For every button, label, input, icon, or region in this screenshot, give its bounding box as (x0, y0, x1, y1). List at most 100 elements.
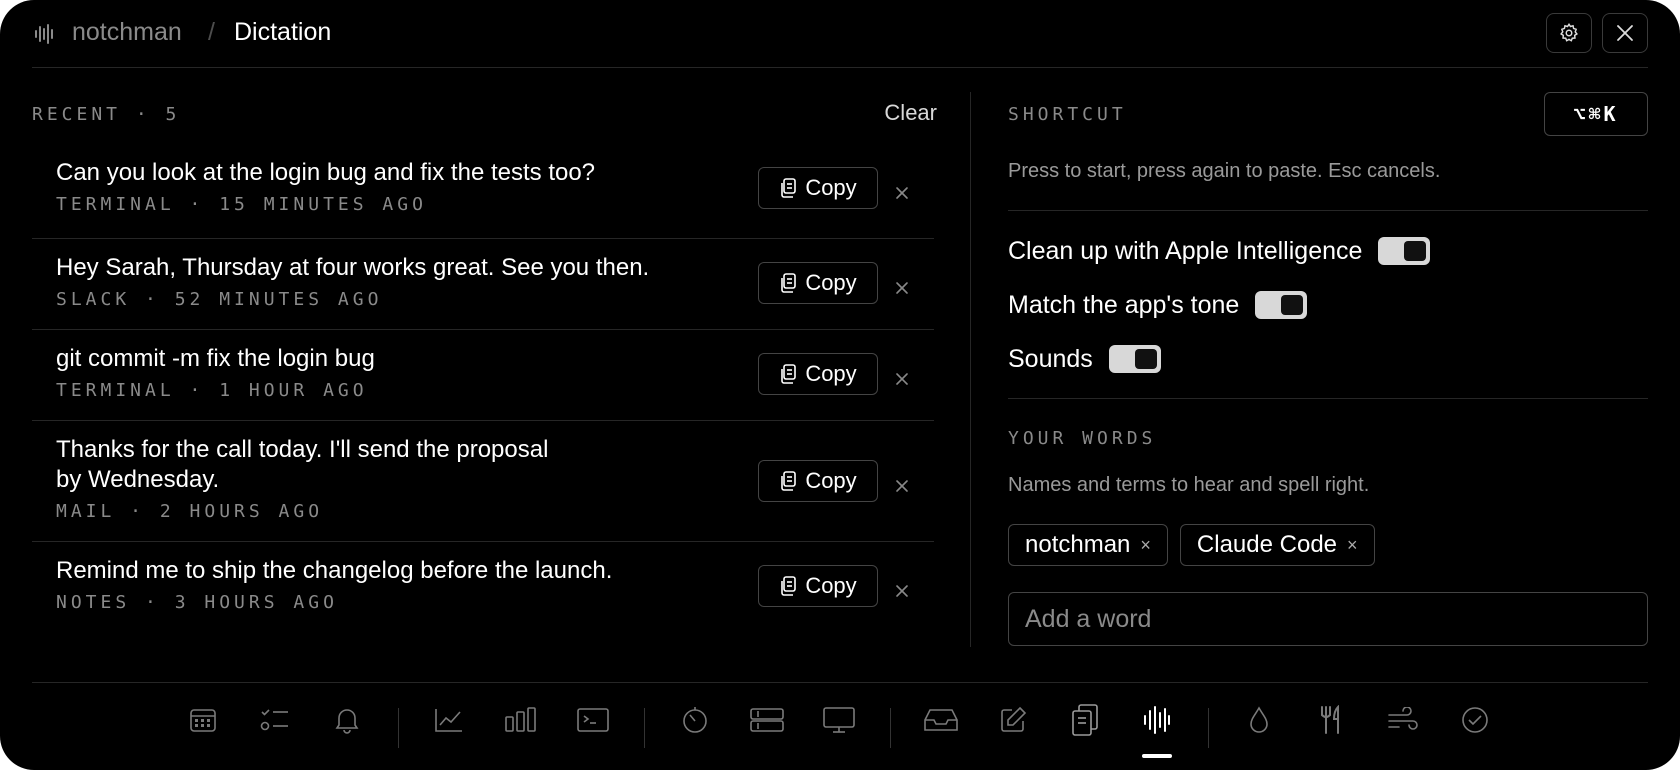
delete-button[interactable] (890, 181, 914, 205)
recent-list: Can you look at the login bug and fix th… (32, 148, 934, 632)
chip-remove-button[interactable]: × (1347, 535, 1358, 556)
add-word-input[interactable] (1008, 592, 1648, 646)
checklist-icon[interactable] (255, 700, 295, 740)
copy-icon (779, 364, 797, 384)
terminal-icon[interactable] (573, 700, 613, 740)
timer-icon[interactable] (675, 700, 715, 740)
page-title: Dictation (234, 18, 332, 46)
close-icon (1615, 23, 1635, 43)
dictation-meta: MAIL · 2 HOURS AGO (56, 501, 324, 522)
toggle-knob (1404, 241, 1427, 261)
copy-button[interactable]: Copy (758, 353, 878, 395)
dock-separator (644, 708, 645, 748)
waveform-icon (34, 24, 56, 44)
close-icon (895, 372, 909, 386)
dock-separator (890, 708, 891, 748)
waveform-icon[interactable] (1137, 700, 1177, 740)
dictation-text: git commit -m fix the login bug (56, 345, 375, 372)
word-chip: Claude Code × (1179, 524, 1375, 566)
copy-label: Copy (805, 468, 857, 493)
dock-separator (398, 708, 399, 748)
list-item: Can you look at the login bug and fix th… (32, 148, 934, 239)
copy-icon (779, 273, 797, 293)
toggle-label: Sounds (1008, 344, 1093, 373)
clipboard-icon[interactable] (1065, 700, 1105, 740)
dictation-text-line: by Wednesday. (56, 466, 220, 493)
fork-knife-icon[interactable] (1311, 700, 1351, 740)
list-item: Thanks for the call today. I'll send the… (32, 421, 934, 542)
settings-button[interactable] (1546, 13, 1592, 53)
copy-icon (779, 576, 797, 596)
check-circle-icon[interactable] (1455, 700, 1495, 740)
copy-icon (779, 178, 797, 198)
copy-icon (779, 471, 797, 491)
recent-heading: RECENT · 5 (32, 104, 181, 125)
dock-separator (1208, 708, 1209, 748)
delete-button[interactable] (890, 474, 914, 498)
copy-button[interactable]: Copy (758, 565, 878, 607)
monitor-icon[interactable] (819, 700, 859, 740)
toggle-row-sounds: Sounds (1008, 344, 1161, 374)
close-icon (895, 479, 909, 493)
list-item: git commit -m fix the login bug TERMINAL… (32, 330, 934, 421)
dictation-meta: TERMINAL · 1 HOUR AGO (56, 380, 368, 401)
copy-label: Copy (805, 175, 857, 200)
dictation-text: Can you look at the login bug and fix th… (56, 159, 596, 186)
dictation-meta: SLACK · 52 MINUTES AGO (56, 289, 383, 310)
inbox-icon[interactable] (921, 700, 961, 740)
toggle-row-tone: Match the app's tone (1008, 290, 1308, 320)
clear-button[interactable]: Clear (884, 100, 937, 126)
copy-label: Copy (805, 573, 857, 598)
copy-button[interactable]: Copy (758, 460, 878, 502)
dictation-meta: NOTES · 3 HOURS AGO (56, 592, 338, 613)
app-name[interactable]: notchman (72, 18, 182, 47)
dictation-text-line: Thanks for the call today. I'll send the… (56, 436, 549, 463)
dock-divider (32, 682, 1648, 683)
active-indicator (1142, 754, 1172, 758)
cleanup-toggle[interactable] (1378, 237, 1431, 265)
app-dock (0, 700, 1680, 748)
pane-divider (970, 92, 971, 647)
toggle-knob (1281, 295, 1304, 315)
chip-label: Claude Code (1196, 531, 1338, 558)
chip-label: notchman (1025, 531, 1131, 558)
copy-button[interactable]: Copy (758, 262, 878, 304)
server-icon[interactable] (747, 700, 787, 740)
toggle-row-cleanup: Clean up with Apple Intelligence (1008, 236, 1431, 266)
copy-label: Copy (805, 270, 857, 295)
delete-button[interactable] (890, 276, 914, 300)
bar-chart-icon[interactable] (501, 700, 541, 740)
toggle-label: Clean up with Apple Intelligence (1008, 236, 1363, 265)
gear-icon (1558, 22, 1580, 44)
word-chips: notchman × Claude Code × (1008, 524, 1375, 566)
delete-button[interactable] (890, 367, 914, 391)
close-icon (895, 281, 909, 295)
bell-icon[interactable] (327, 700, 367, 740)
shortcut-keys[interactable]: ⌥⌘K (1544, 92, 1648, 136)
dictation-window: notchman / Dictation RECENT · 5 Clear Ca… (0, 0, 1680, 770)
edit-icon[interactable] (993, 700, 1033, 740)
drop-icon[interactable] (1239, 700, 1279, 740)
dictation-meta: TERMINAL · 15 MINUTES AGO (56, 194, 427, 215)
delete-button[interactable] (890, 579, 914, 603)
close-button[interactable] (1602, 13, 1648, 53)
divider (1008, 210, 1648, 211)
close-icon (895, 186, 909, 200)
list-item: Remind me to ship the changelog before t… (32, 542, 934, 632)
wind-icon[interactable] (1383, 700, 1423, 740)
your-words-hint: Names and terms to hear and spell right. (1008, 474, 1370, 496)
sounds-toggle[interactable] (1108, 345, 1161, 373)
shortcut-heading: SHORTCUT (1008, 104, 1127, 125)
copy-label: Copy (805, 361, 857, 386)
dictation-text: Hey Sarah, Thursday at four works great.… (56, 254, 650, 281)
toggle-knob (1134, 349, 1157, 369)
divider (1008, 398, 1648, 399)
tone-toggle[interactable] (1255, 291, 1308, 319)
close-icon (895, 584, 909, 598)
shortcut-hint: Press to start, press again to paste. Es… (1008, 160, 1441, 182)
line-chart-icon[interactable] (429, 700, 469, 740)
chip-remove-button[interactable]: × (1140, 535, 1151, 556)
calendar-icon[interactable] (183, 700, 223, 740)
copy-button[interactable]: Copy (758, 167, 878, 209)
list-item: Hey Sarah, Thursday at four works great.… (32, 239, 934, 330)
